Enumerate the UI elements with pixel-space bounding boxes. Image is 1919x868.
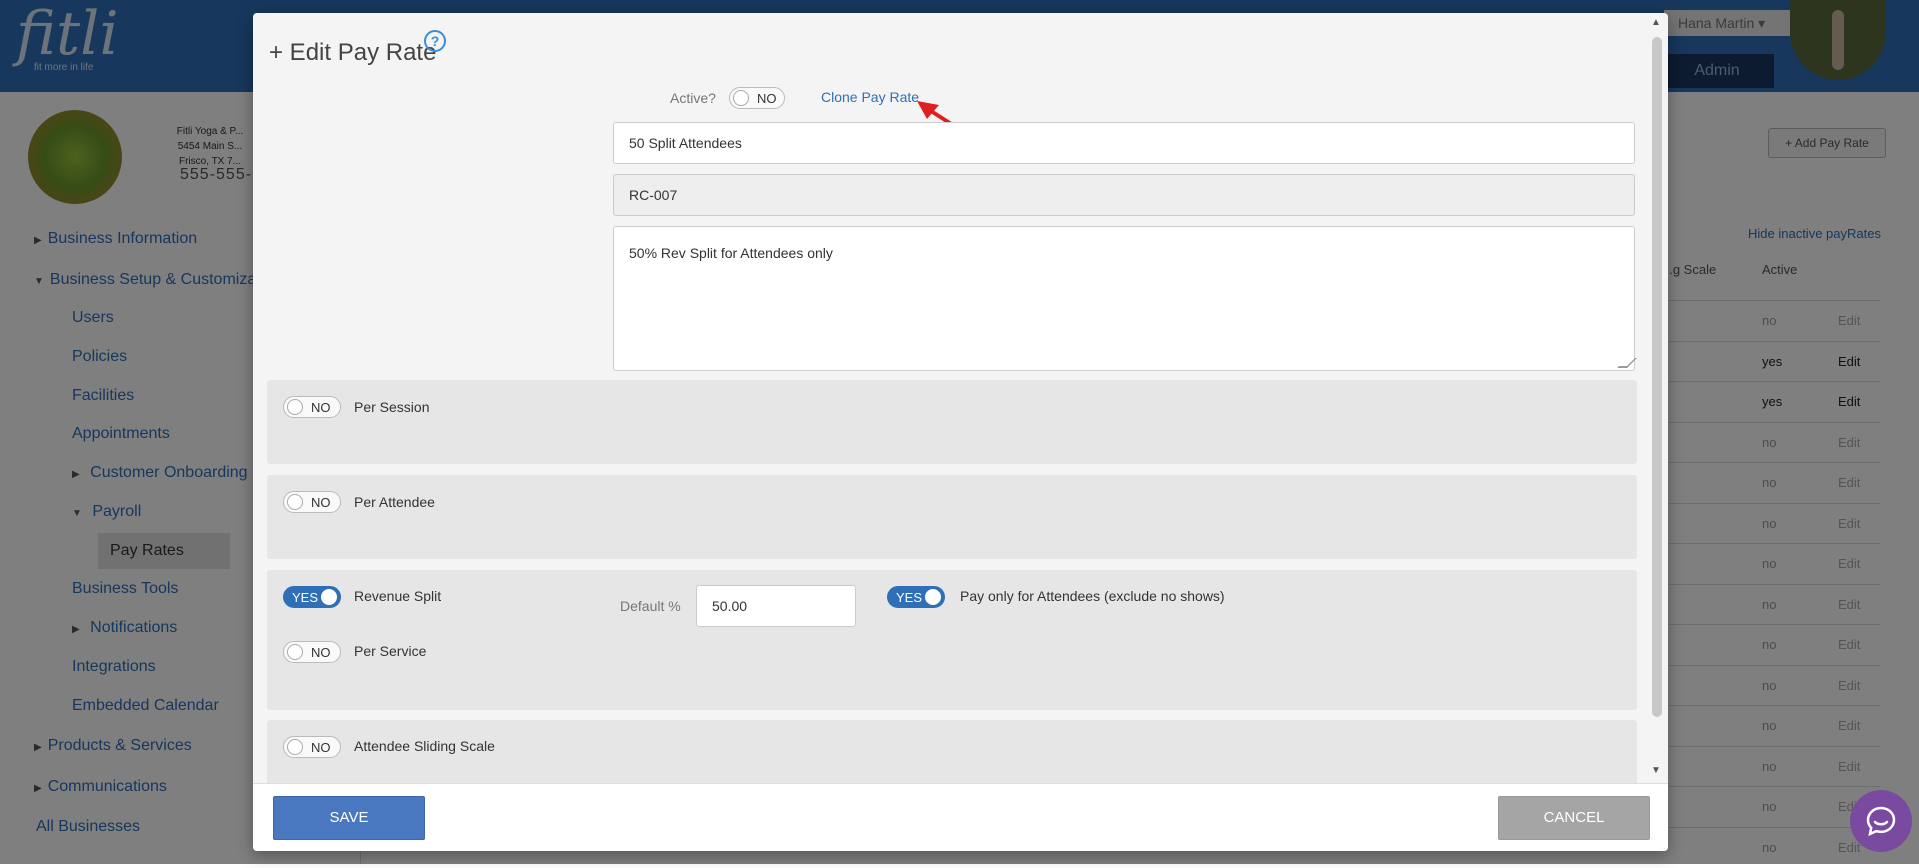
name-field[interactable]: 50 Split Attendees xyxy=(613,122,1635,164)
scrollbar-thumb[interactable] xyxy=(1652,37,1662,717)
toggle-label: NO xyxy=(311,645,331,660)
toggle-knob xyxy=(287,739,303,755)
toggle-knob xyxy=(287,494,303,510)
per-attendee-section: NO Per Attendee xyxy=(267,475,1637,559)
chat-button[interactable] xyxy=(1850,790,1912,852)
modal-title: + Edit Pay Rate xyxy=(269,39,436,67)
toggle-label: NO xyxy=(757,91,777,106)
toggle-label: NO xyxy=(311,495,331,510)
per-session-toggle[interactable]: NO xyxy=(283,396,341,418)
default-percent-label: Default % xyxy=(620,598,681,614)
attendees-only-toggle[interactable]: YES xyxy=(887,586,945,608)
description-value: 50% Rev Split for Attendees only xyxy=(629,245,833,261)
revenue-split-toggle[interactable]: YES xyxy=(283,586,341,608)
cancel-button[interactable]: CANCEL xyxy=(1498,796,1650,840)
default-percent-input[interactable]: 50.00 xyxy=(696,585,856,627)
toggle-label: YES xyxy=(292,590,319,605)
toggle-knob xyxy=(287,644,303,660)
toggle-label: NO xyxy=(311,400,331,415)
per-service-label: Per Service xyxy=(354,643,427,659)
per-session-section: NO Per Session xyxy=(267,380,1637,464)
rate-code-field: RC-007 xyxy=(613,174,1635,216)
edit-pay-rate-modal: + Edit Pay Rate ? Active? NO Clone Pay R… xyxy=(253,13,1668,851)
toggle-label: YES xyxy=(896,590,923,605)
save-button[interactable]: SAVE xyxy=(273,796,425,840)
default-percent-value: 50.00 xyxy=(712,598,748,614)
modal-footer: SAVE CANCEL xyxy=(253,783,1668,851)
resize-handle-icon[interactable] xyxy=(1617,358,1637,368)
per-attendee-toggle[interactable]: NO xyxy=(283,491,341,513)
attendee-sliding-scale-toggle[interactable]: NO xyxy=(283,736,341,758)
scroll-down-icon[interactable]: ▼ xyxy=(1651,765,1661,776)
per-service-toggle[interactable]: NO xyxy=(283,641,341,663)
toggle-knob xyxy=(925,589,941,605)
toggle-knob xyxy=(287,399,303,415)
per-attendee-label: Per Attendee xyxy=(354,494,435,510)
chat-icon xyxy=(1866,806,1896,837)
description-textarea[interactable]: 50% Rev Split for Attendees only xyxy=(613,226,1637,371)
per-session-label: Per Session xyxy=(354,399,430,415)
revenue-split-section: YES Revenue Split Default % 50.00 YES Pa… xyxy=(267,570,1637,710)
name-value: 50 Split Attendees xyxy=(629,135,742,151)
scroll-up-icon[interactable]: ▲ xyxy=(1651,17,1661,28)
clone-pay-rate-link[interactable]: Clone Pay Rate xyxy=(821,89,919,105)
attendee-sliding-scale-label: Attendee Sliding Scale xyxy=(354,738,495,754)
toggle-knob xyxy=(321,589,337,605)
question-circle-icon[interactable]: ? xyxy=(424,30,446,52)
revenue-split-label: Revenue Split xyxy=(354,588,442,604)
attendees-only-label: Pay only for Attendees (exclude no shows… xyxy=(960,588,1225,604)
toggle-label: NO xyxy=(311,740,331,755)
active-label: Active? xyxy=(670,90,716,106)
toggle-knob xyxy=(733,90,749,106)
rate-code-value: RC-007 xyxy=(629,187,678,203)
modal-title-text: + Edit Pay Rate xyxy=(269,39,437,66)
active-toggle[interactable]: NO xyxy=(729,87,785,109)
